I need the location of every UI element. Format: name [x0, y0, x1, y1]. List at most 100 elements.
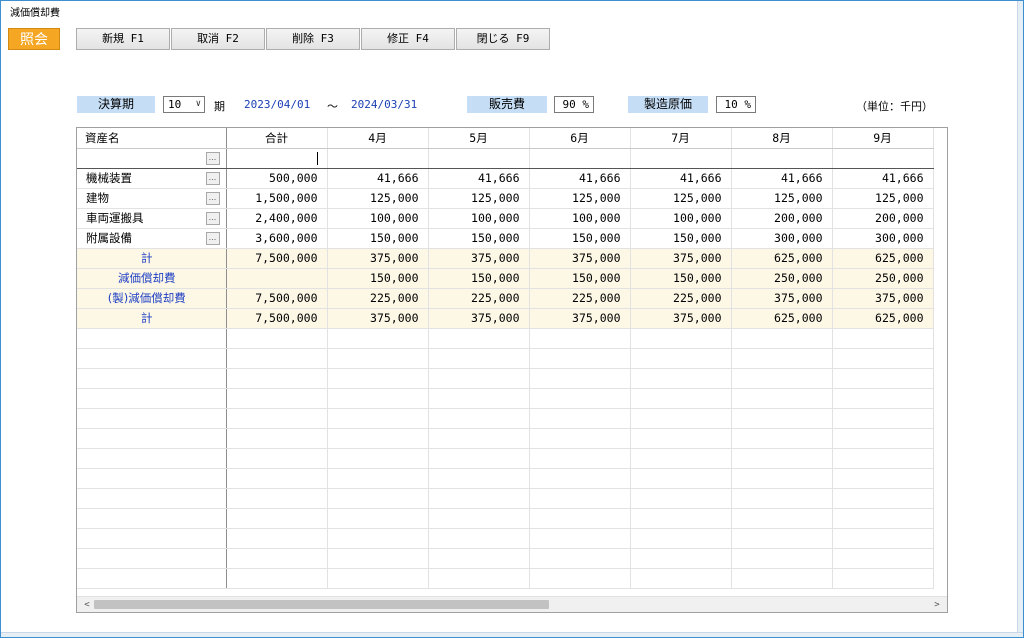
header-month-sep[interactable]: 9月 — [832, 128, 934, 149]
grid-cell[interactable] — [226, 568, 328, 589]
grid-cell[interactable] — [832, 428, 934, 449]
month-value-cell[interactable]: 375,000 — [529, 248, 631, 269]
summary-row[interactable]: 減価償却費 150,000 150,000 150,000 150,000 250,000… — [77, 268, 934, 289]
grid-cell[interactable] — [630, 568, 732, 589]
month-value-cell[interactable]: 375,000 — [630, 308, 732, 329]
total-cell[interactable]: 7,500,000 — [226, 288, 328, 309]
total-cell[interactable]: 3,600,000 — [226, 228, 328, 249]
grid-cell[interactable] — [77, 348, 227, 369]
grid-cell[interactable] — [630, 348, 732, 369]
grid-cell[interactable] — [77, 468, 227, 489]
grid-cell[interactable] — [327, 508, 429, 529]
grid-cell[interactable] — [327, 548, 429, 569]
grid-cell[interactable] — [529, 488, 631, 509]
sales-pct-field[interactable]: 90 % — [554, 96, 594, 113]
grid-cell[interactable] — [226, 408, 328, 429]
grid-cell[interactable] — [529, 528, 631, 549]
grid-cell[interactable] — [327, 468, 429, 489]
empty-row[interactable] — [77, 568, 934, 589]
grid-cell[interactable] — [327, 488, 429, 509]
grid-cell[interactable] — [832, 568, 934, 589]
fiscal-period-select[interactable]: 10 ∨ — [163, 96, 205, 113]
month-value-cell[interactable]: 125,000 — [630, 188, 732, 209]
month-value-cell[interactable]: 150,000 — [327, 268, 429, 289]
grid-cell[interactable] — [226, 528, 328, 549]
grid-cell[interactable] — [731, 528, 833, 549]
grid-cell[interactable] — [327, 448, 429, 469]
header-total[interactable]: 合計 — [226, 128, 328, 149]
grid-cell[interactable] — [832, 388, 934, 409]
scroll-left-icon[interactable]: < — [79, 598, 95, 612]
grid-cell[interactable] — [832, 448, 934, 469]
mfg-pct-field[interactable]: 10 % — [716, 96, 756, 113]
grid-cell[interactable] — [428, 568, 530, 589]
grid-cell[interactable] — [77, 568, 227, 589]
cancel-button[interactable]: 取消 F2 — [171, 28, 265, 50]
month-value-cell[interactable]: 41,666 — [529, 168, 631, 189]
month-value-cell[interactable]: 100,000 — [630, 208, 732, 229]
grid-cell[interactable] — [77, 548, 227, 569]
month-value-cell[interactable]: 150,000 — [428, 228, 530, 249]
grid-cell[interactable] — [428, 368, 530, 389]
month-value-cell[interactable]: 375,000 — [529, 308, 631, 329]
month-value-cell[interactable]: 150,000 — [529, 268, 631, 289]
grid-cell[interactable] — [832, 368, 934, 389]
month-value-cell[interactable]: 375,000 — [630, 248, 732, 269]
month-value-cell[interactable]: 200,000 — [832, 208, 934, 229]
table-row[interactable]: 車両運搬具... 2,400,000 100,000 100,000 100,000 10… — [77, 208, 934, 229]
month-value-cell[interactable]: 250,000 — [832, 268, 934, 289]
table-row[interactable]: 機械装置... 500,000 41,666 41,666 41,666 41,666 41… — [77, 168, 934, 189]
month-value-cell[interactable]: 150,000 — [529, 228, 631, 249]
grid-cell[interactable] — [327, 568, 429, 589]
empty-row[interactable] — [77, 488, 934, 509]
month-value-cell[interactable]: 41,666 — [630, 168, 732, 189]
grid-cell[interactable] — [630, 548, 732, 569]
grid-cell[interactable] — [630, 468, 732, 489]
grid-cell[interactable] — [327, 528, 429, 549]
grid-cell[interactable] — [226, 348, 328, 369]
grid-cell[interactable] — [832, 548, 934, 569]
grid-cell[interactable] — [832, 488, 934, 509]
month-value-cell[interactable]: 375,000 — [327, 248, 429, 269]
grid-cell[interactable] — [226, 508, 328, 529]
grid-cell[interactable] — [630, 148, 732, 169]
grid-cell[interactable] — [731, 508, 833, 529]
empty-row[interactable] — [77, 328, 934, 349]
lookup-button[interactable]: ... — [205, 191, 220, 205]
scroll-right-icon[interactable]: > — [929, 598, 945, 612]
empty-row[interactable] — [77, 368, 934, 389]
grid-cell[interactable] — [428, 328, 530, 349]
month-value-cell[interactable]: 150,000 — [630, 228, 732, 249]
empty-row[interactable] — [77, 508, 934, 529]
grid-cell[interactable] — [226, 468, 328, 489]
total-cell[interactable]: 500,000 — [226, 168, 328, 189]
asset-name-cell[interactable]: 建物... — [77, 188, 227, 209]
grid-cell[interactable] — [832, 528, 934, 549]
grid-cell[interactable] — [428, 148, 530, 169]
grid-cell[interactable] — [428, 348, 530, 369]
lookup-button[interactable]: ... — [205, 211, 220, 225]
horizontal-scrollbar[interactable]: < > — [77, 596, 947, 612]
total-cell[interactable]: 7,500,000 — [226, 248, 328, 269]
month-value-cell[interactable]: 375,000 — [832, 288, 934, 309]
grid-cell[interactable] — [428, 548, 530, 569]
grid-cell[interactable] — [529, 508, 631, 529]
empty-row[interactable] — [77, 348, 934, 369]
header-month-aug[interactable]: 8月 — [731, 128, 833, 149]
new-entry-row[interactable]: ... — [77, 148, 934, 169]
grid-cell[interactable] — [731, 488, 833, 509]
grid-cell[interactable] — [832, 508, 934, 529]
grid-cell[interactable] — [226, 448, 328, 469]
grid-cell[interactable] — [630, 388, 732, 409]
lookup-button[interactable]: ... — [205, 171, 220, 185]
month-value-cell[interactable]: 375,000 — [327, 308, 429, 329]
month-value-cell[interactable]: 200,000 — [731, 208, 833, 229]
table-row[interactable]: 建物... 1,500,000 125,000 125,000 125,000 125,0… — [77, 188, 934, 209]
grid-cell[interactable] — [428, 528, 530, 549]
grid-cell[interactable] — [529, 348, 631, 369]
month-value-cell[interactable]: 41,666 — [428, 168, 530, 189]
month-value-cell[interactable]: 100,000 — [428, 208, 530, 229]
month-value-cell[interactable]: 300,000 — [832, 228, 934, 249]
month-value-cell[interactable]: 375,000 — [731, 288, 833, 309]
empty-row[interactable] — [77, 468, 934, 489]
